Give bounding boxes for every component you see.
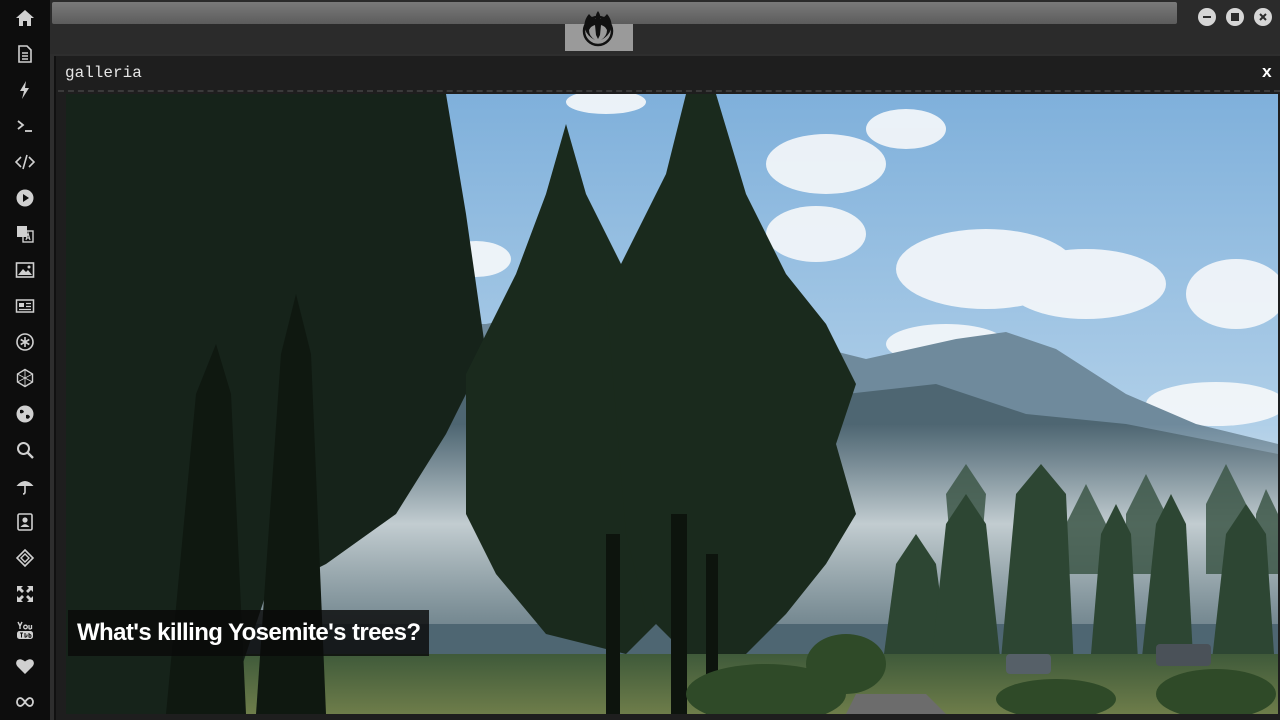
close-icon: [1259, 13, 1267, 21]
search-icon: [17, 442, 34, 459]
sidebar-item-news[interactable]: [0, 288, 50, 324]
play-icon: [16, 189, 34, 207]
sidebar-item-lightning[interactable]: [0, 72, 50, 108]
sidebar-item-document[interactable]: [0, 36, 50, 72]
youtube-icon: [17, 621, 33, 639]
sidebar: [0, 0, 50, 720]
close-window-button[interactable]: [1254, 8, 1272, 26]
maximize-button[interactable]: [1226, 8, 1244, 26]
maximize-icon: [1231, 13, 1239, 21]
sidebar-item-play[interactable]: [0, 180, 50, 216]
minimize-button[interactable]: [1198, 8, 1216, 26]
sidebar-item-globe[interactable]: [0, 396, 50, 432]
codepen-icon: [15, 548, 35, 568]
window-title: galleria: [65, 64, 142, 82]
code-icon: [15, 154, 35, 170]
sidebar-item-youtube[interactable]: [0, 612, 50, 648]
image-icon: [15, 262, 35, 278]
infinity-icon: [16, 697, 34, 707]
sidebar-item-infinity[interactable]: [0, 684, 50, 720]
contact-card-icon: [17, 513, 33, 531]
lightning-icon: [20, 81, 29, 99]
sidebar-item-image[interactable]: [0, 252, 50, 288]
sidebar-item-network[interactable]: [0, 360, 50, 396]
sidebar-item-search[interactable]: [0, 432, 50, 468]
asterisk-icon: [16, 333, 34, 351]
newspaper-icon: [15, 299, 35, 313]
top-bar: [50, 0, 1280, 54]
gallery-close-button[interactable]: x: [1262, 64, 1272, 83]
home-icon: [16, 10, 34, 26]
image-caption: What's killing Yosemite's trees?: [68, 610, 430, 656]
sidebar-item-codepen[interactable]: [0, 540, 50, 576]
sidebar-item-home[interactable]: [0, 0, 50, 36]
sidebar-item-translate[interactable]: [0, 216, 50, 252]
heart-icon: [16, 659, 34, 674]
sidebar-item-asterisk[interactable]: [0, 324, 50, 360]
document-icon: [18, 45, 32, 63]
minimize-icon: [1203, 16, 1211, 18]
umbrella-icon: [16, 481, 34, 495]
translate-icon: [17, 226, 34, 243]
sidebar-item-umbrella[interactable]: [0, 468, 50, 504]
window-titlebar: galleria x: [58, 60, 1280, 92]
sidebar-item-expand[interactable]: [0, 576, 50, 612]
sidebar-item-terminal[interactable]: [0, 108, 50, 144]
rebel-alliance-icon: [582, 11, 614, 47]
globe-icon: [16, 405, 34, 423]
terminal-icon: [17, 120, 32, 132]
expand-icon: [17, 586, 33, 602]
sidebar-item-code[interactable]: [0, 144, 50, 180]
sidebar-item-favorites[interactable]: [0, 648, 50, 684]
sidebar-item-contacts[interactable]: [0, 504, 50, 540]
network-icon: [16, 368, 34, 388]
